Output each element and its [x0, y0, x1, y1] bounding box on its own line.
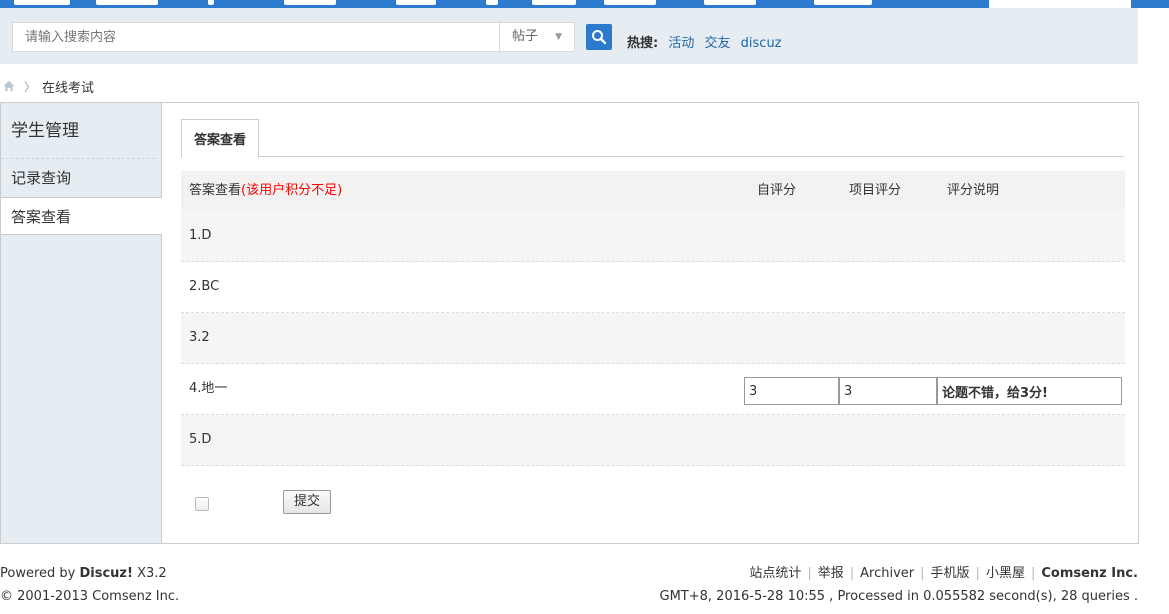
sidebar-item-answer-view[interactable]: 答案查看	[1, 197, 162, 235]
nav-item-2[interactable]	[96, 0, 158, 5]
table-row: 2.BC	[181, 262, 1125, 313]
header-warning: (该用户积分不足)	[241, 183, 343, 198]
header-answer-label: 答案查看	[189, 183, 242, 198]
breadcrumb-current[interactable]: 在线考试	[42, 77, 94, 96]
nav-item-8[interactable]	[604, 0, 656, 5]
search-bar: 帖子 ▼ 热搜: 活动 交友 discuz	[0, 8, 1138, 64]
search-type-label: 帖子	[512, 29, 539, 44]
chevron-down-icon: ▼	[555, 32, 562, 42]
nav-item-5[interactable]	[396, 0, 436, 5]
divider: |	[849, 566, 855, 581]
hot-search: 热搜: 活动 交友 discuz	[627, 32, 788, 51]
footer-left: Powered by Discuz! X3.2 © 2001-2013 Coms…	[0, 562, 179, 608]
powered-version: X3.2	[132, 566, 167, 581]
table-row: 4.地一	[181, 364, 1125, 415]
search-type-select[interactable]: 帖子 ▼	[499, 22, 575, 52]
nav-item-3[interactable]	[208, 0, 214, 5]
divider: |	[920, 566, 925, 581]
table-row: 3.2	[181, 313, 1125, 364]
powered-by: Powered by Discuz! X3.2	[0, 562, 179, 585]
divider: |	[1030, 566, 1036, 581]
footer-stats: GMT+8, 2016-5-28 10:55 , Processed in 0.…	[659, 589, 1138, 604]
search-input[interactable]	[12, 22, 499, 52]
tab-bar: 答案查看	[181, 119, 1124, 158]
footer-link-mobile[interactable]: 手机版	[931, 566, 970, 581]
nav-item-6[interactable]	[486, 0, 498, 5]
nav-item-7[interactable]	[532, 0, 576, 5]
hot-link-friends[interactable]: 交友	[705, 36, 731, 51]
powered-prefix: Powered by	[0, 566, 80, 581]
answer-text: 2.BC	[189, 279, 220, 294]
answer-text: 1.D	[189, 228, 212, 243]
nav-item-9[interactable]	[704, 0, 756, 5]
nav-item-1[interactable]	[14, 0, 70, 5]
powered-brand-link[interactable]: Discuz!	[79, 566, 132, 581]
breadcrumb: 〉 在线考试	[2, 76, 94, 96]
item-score-input[interactable]	[839, 377, 937, 405]
nav-item-4[interactable]	[284, 0, 336, 5]
footer-link-blackroom[interactable]: 小黑屋	[986, 566, 1025, 581]
footer-link-report[interactable]: 举报	[818, 566, 844, 581]
nav-login-button[interactable]	[989, 0, 1131, 8]
header-answer: 答案查看(该用户积分不足)	[189, 171, 342, 211]
footer-link-stats[interactable]: 站点统计	[749, 566, 801, 581]
header-item-score: 项目评分	[849, 183, 902, 198]
sidebar: 学生管理 记录查询 答案查看	[1, 103, 162, 543]
hot-link-activity[interactable]: 活动	[668, 36, 694, 51]
footer-link-archiver[interactable]: Archiver	[860, 566, 914, 581]
submit-row: 提交	[181, 488, 581, 518]
chevron-right-icon: 〉	[24, 79, 37, 94]
select-checkbox[interactable]	[195, 497, 209, 511]
table-row: 5.D	[181, 415, 1125, 466]
hot-search-label: 热搜:	[627, 36, 659, 51]
search-button[interactable]	[586, 24, 612, 50]
header-self-score: 自评分	[757, 183, 797, 198]
score-note-input[interactable]	[937, 377, 1122, 405]
footer-right: 站点统计 | 举报 | Archiver | 手机版 | 小黑屋 | Comsenz Inc. GM…	[660, 562, 1138, 608]
divider: |	[975, 566, 980, 581]
self-score-input[interactable]	[744, 377, 839, 405]
table-header: 答案查看(该用户积分不足) 自评分 项目评分 评分说明	[181, 171, 1125, 211]
tab-answer-view[interactable]: 答案查看	[181, 119, 260, 158]
answer-text: 3.2	[189, 330, 210, 345]
sidebar-title: 学生管理	[1, 103, 155, 159]
submit-button[interactable]: 提交	[283, 490, 331, 514]
main-panel: 学生管理 记录查询 答案查看 答案查看 答案查看(该用户积分不足) 自评分 项目…	[0, 102, 1139, 544]
table-row: 1.D	[181, 211, 1125, 262]
answer-text: 4.地一	[189, 381, 228, 396]
answer-table: 答案查看(该用户积分不足) 自评分 项目评分 评分说明 1.D 2.BC 3.2…	[181, 171, 1125, 466]
home-icon[interactable]	[2, 80, 16, 92]
top-navigation-bar	[0, 0, 1169, 8]
divider: |	[807, 566, 812, 581]
hot-link-discuz[interactable]: discuz	[741, 36, 782, 51]
answer-text: 5.D	[189, 432, 212, 447]
header-score-note: 评分说明	[947, 183, 1000, 198]
content-area: 答案查看 答案查看(该用户积分不足) 自评分 项目评分 评分说明 1.D 2.B…	[163, 103, 1138, 543]
search-icon	[592, 30, 607, 45]
footer-links: 站点统计 | 举报 | Archiver | 手机版 | 小黑屋 | Comsenz Inc.	[660, 562, 1138, 585]
footer-company-link[interactable]: Comsenz Inc.	[1041, 566, 1138, 581]
sidebar-item-record-query[interactable]: 记录查询	[1, 159, 161, 197]
copyright: © 2001-2013 Comsenz Inc.	[0, 589, 180, 604]
nav-item-10[interactable]	[814, 0, 872, 5]
